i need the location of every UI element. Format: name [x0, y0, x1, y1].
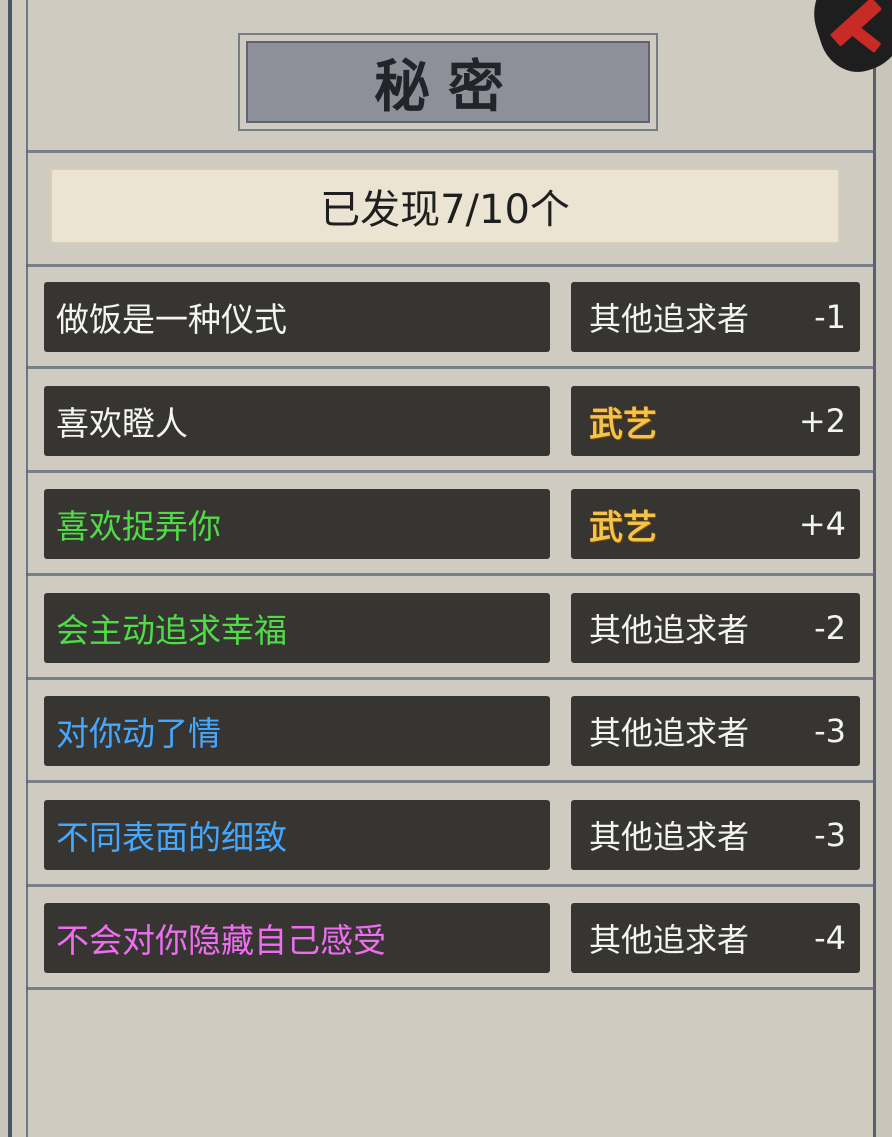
secret-row[interactable]: 会主动追求幸福 其他追求者 -2: [44, 593, 860, 663]
effect-attribute: 武艺: [589, 507, 657, 548]
divider: [26, 677, 876, 680]
effect-value: -1: [814, 298, 846, 336]
secret-effect-panel: 其他追求者 -2: [571, 593, 860, 663]
secret-text: 不会对你隐藏自己感受: [56, 921, 386, 960]
effect-value: -2: [814, 609, 846, 647]
divider: [26, 884, 876, 887]
secret-effect-panel: 其他追求者 -4: [571, 903, 860, 973]
effect-value: +4: [798, 505, 846, 543]
secret-text: 对你动了情: [56, 714, 221, 753]
close-brush-icon[interactable]: [810, 0, 892, 78]
divider: [26, 366, 876, 369]
secret-row[interactable]: 对你动了情 其他追求者 -3: [44, 696, 860, 766]
secret-text-panel: 不同表面的细致: [44, 800, 550, 870]
secret-row[interactable]: 做饭是一种仪式 其他追求者 -1: [44, 282, 860, 352]
divider: [26, 573, 876, 576]
secret-effect-panel: 武艺 +4: [571, 489, 860, 559]
effect-value: +2: [798, 402, 846, 440]
secret-row[interactable]: 不会对你隐藏自己感受 其他追求者 -4: [44, 903, 860, 973]
secret-text-panel: 会主动追求幸福: [44, 593, 550, 663]
secret-text-panel: 对你动了情: [44, 696, 550, 766]
secret-text: 喜欢瞪人: [56, 404, 188, 443]
secret-text: 会主动追求幸福: [56, 611, 287, 650]
secret-effect-panel: 武艺 +2: [571, 386, 860, 456]
secret-row[interactable]: 喜欢瞪人 武艺 +2: [44, 386, 860, 456]
divider: [26, 150, 876, 153]
divider: [26, 264, 876, 267]
title-plate-inner: 秘密: [246, 41, 650, 123]
secret-text: 不同表面的细致: [56, 818, 287, 857]
effect-value: -4: [814, 919, 846, 957]
secret-text-panel: 做饭是一种仪式: [44, 282, 550, 352]
secret-effect-panel: 其他追求者 -3: [571, 800, 860, 870]
effect-attribute: 其他追求者: [589, 921, 750, 959]
divider: [26, 987, 876, 990]
secret-text-panel: 不会对你隐藏自己感受: [44, 903, 550, 973]
secret-text: 喜欢捉弄你: [56, 507, 221, 546]
effect-value: -3: [814, 712, 846, 750]
effect-attribute: 其他追求者: [589, 818, 750, 856]
effect-value: -3: [814, 816, 846, 854]
title-plate: 秘密: [238, 33, 658, 131]
effect-attribute: 其他追求者: [589, 300, 750, 338]
divider: [26, 780, 876, 783]
effect-attribute: 其他追求者: [589, 714, 750, 752]
secret-effect-panel: 其他追求者 -3: [571, 696, 860, 766]
divider: [26, 470, 876, 473]
found-count-label: 已发现7/10个: [320, 187, 570, 233]
secret-effect-panel: 其他追求者 -1: [571, 282, 860, 352]
page-title: 秘密: [374, 53, 522, 120]
found-count-banner: 已发现7/10个: [50, 168, 840, 244]
effect-attribute: 武艺: [589, 404, 657, 445]
secret-text-panel: 喜欢捉弄你: [44, 489, 550, 559]
effect-attribute: 其他追求者: [589, 611, 750, 649]
ink-blot: [810, 0, 892, 78]
secret-text: 做饭是一种仪式: [56, 300, 287, 339]
secret-text-panel: 喜欢瞪人: [44, 386, 550, 456]
secret-row[interactable]: 喜欢捉弄你 武艺 +4: [44, 489, 860, 559]
secret-row[interactable]: 不同表面的细致 其他追求者 -3: [44, 800, 860, 870]
